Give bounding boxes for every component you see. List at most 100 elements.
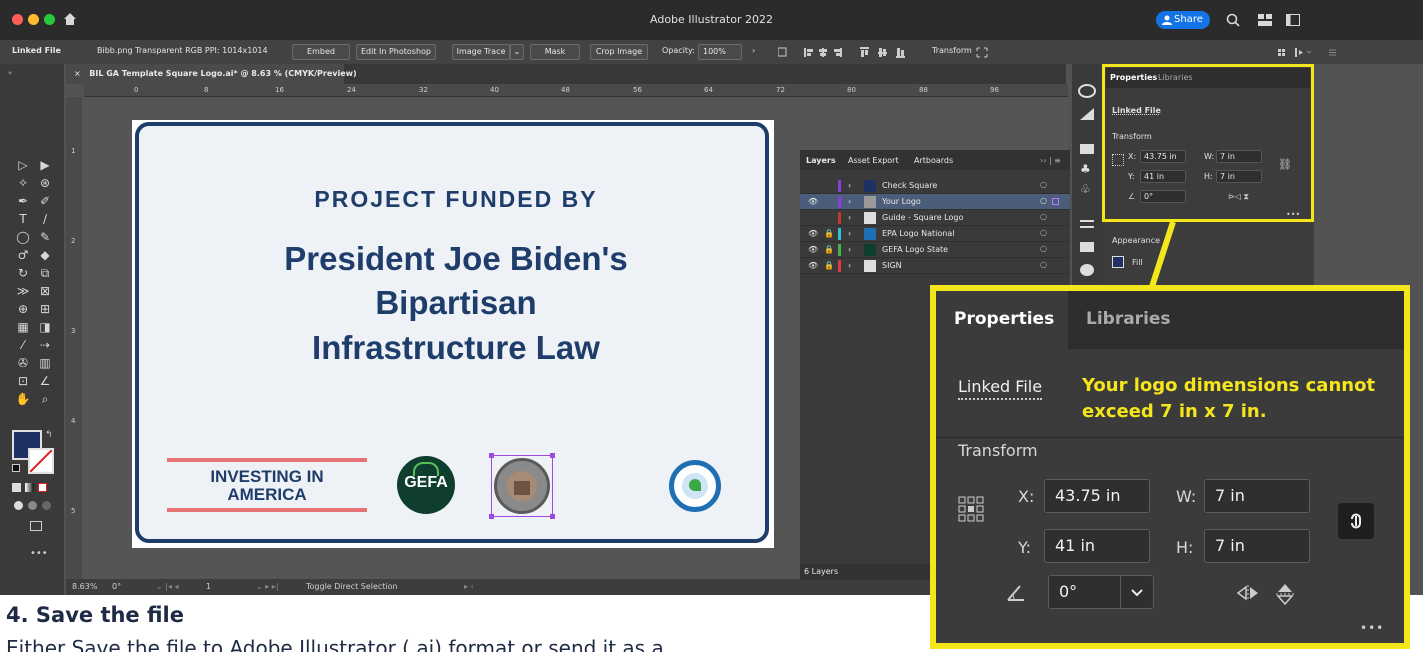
document-tab[interactable]: × BIL GA Template Square Logo.ai* @ 8.63… bbox=[66, 64, 357, 84]
linked-file-link[interactable]: Linked File bbox=[12, 46, 61, 55]
column-graph-tool-icon[interactable]: ▥ bbox=[36, 356, 54, 370]
visibility-eye-icon[interactable]: 👁 bbox=[808, 229, 818, 238]
zoom-tool-icon[interactable]: ⌕ bbox=[36, 392, 54, 406]
shape-builder-tool-icon[interactable]: ⊕ bbox=[14, 302, 32, 316]
more-options-icon[interactable]: ••• bbox=[1360, 621, 1384, 635]
constrain-proportions-icon-small[interactable]: ⛓ bbox=[1278, 158, 1292, 171]
visibility-eye-icon[interactable]: 👁 bbox=[808, 261, 818, 270]
artboard-next-icons[interactable]: ⌄ ▸ ▸| bbox=[256, 582, 279, 591]
expand-layer-icon[interactable]: › bbox=[848, 181, 851, 190]
libraries-dock-icon[interactable] bbox=[1080, 108, 1094, 120]
blend-tool-icon[interactable]: ⇢ bbox=[36, 338, 54, 352]
artboard-nav-icons[interactable]: ⌄ |◂ ◂ bbox=[156, 582, 179, 591]
lock-icon[interactable]: 🔒 bbox=[824, 261, 834, 270]
tab-properties[interactable]: Properties bbox=[954, 309, 1054, 329]
curvature-tool-icon[interactable]: ✐ bbox=[36, 194, 54, 208]
symbol-sprayer-tool-icon[interactable]: ✇ bbox=[14, 356, 32, 370]
symbols-dock-icon[interactable]: ♣ bbox=[1080, 162, 1091, 176]
align-icons[interactable] bbox=[778, 47, 918, 58]
image-trace-button[interactable]: Image Trace bbox=[452, 44, 510, 60]
eraser-tool-icon[interactable]: ◆ bbox=[36, 248, 54, 262]
lock-icon[interactable]: 🔒 bbox=[824, 245, 834, 254]
selection-tool-icon[interactable]: ▷ bbox=[14, 158, 32, 172]
layer-target-icon[interactable]: ○ bbox=[1040, 260, 1047, 269]
default-colors-icon[interactable] bbox=[12, 464, 20, 472]
layer-row[interactable]: 👁 🔒 › EPA Logo National ○ bbox=[800, 226, 1070, 242]
tab-properties-small[interactable]: Properties bbox=[1110, 73, 1157, 82]
transform-link[interactable]: Transform bbox=[932, 46, 972, 55]
collapse-tools-icon[interactable]: « bbox=[8, 69, 12, 77]
lasso-tool-icon[interactable]: ⊛ bbox=[36, 176, 54, 190]
visibility-eye-icon[interactable]: 👁 bbox=[808, 245, 818, 254]
edit-toolbar-icon[interactable]: ••• bbox=[30, 548, 48, 559]
reference-point-grid-icon[interactable] bbox=[958, 496, 984, 522]
zoom-level[interactable]: 8.63% bbox=[72, 582, 97, 591]
brushes-dock-icon[interactable] bbox=[1080, 144, 1094, 154]
lock-icon[interactable]: 🔒 bbox=[824, 229, 834, 238]
gradient-tool-icon[interactable]: ◨ bbox=[36, 320, 54, 334]
tab-layers[interactable]: Layers bbox=[806, 156, 836, 165]
image-trace-dropdown[interactable]: ⌄ bbox=[510, 44, 524, 60]
expand-layer-icon[interactable]: › bbox=[848, 197, 851, 206]
selection-handle[interactable] bbox=[550, 514, 555, 519]
draw-inside-icon[interactable] bbox=[42, 501, 51, 510]
linked-file-small[interactable]: Linked File bbox=[1112, 106, 1161, 115]
gradient-mode-icon[interactable] bbox=[25, 483, 34, 492]
edit-in-photoshop-button[interactable]: Edit In Photoshop bbox=[356, 44, 436, 60]
line-tool-icon[interactable]: ∕ bbox=[36, 212, 54, 226]
type-tool-icon[interactable]: T bbox=[14, 212, 32, 226]
opacity-input[interactable]: 100% bbox=[698, 44, 742, 60]
y-input-small[interactable]: 41 in bbox=[1140, 170, 1186, 183]
angle-dropdown[interactable] bbox=[1120, 576, 1153, 608]
artboard-number[interactable]: 1 bbox=[206, 582, 211, 591]
y-position-input[interactable]: 41 in bbox=[1044, 529, 1150, 563]
opacity-arrow-icon[interactable]: › bbox=[752, 46, 755, 55]
flip-horizontal-icon[interactable] bbox=[1236, 585, 1260, 601]
layer-target-icon[interactable]: ○ bbox=[1040, 244, 1047, 253]
stroke-swatch[interactable] bbox=[28, 448, 54, 474]
crop-image-button[interactable]: Crop Image bbox=[590, 44, 648, 60]
ellipse-tool-icon[interactable]: ◯ bbox=[14, 230, 32, 244]
magic-wand-tool-icon[interactable]: ✧ bbox=[14, 176, 32, 190]
shaper-tool-icon[interactable]: ♂ bbox=[14, 248, 32, 262]
draw-normal-icon[interactable] bbox=[14, 501, 23, 510]
layer-row[interactable]: 👁 🔒 › SIGN ○ bbox=[800, 258, 1070, 274]
eyedropper-tool-icon[interactable]: ⁄ bbox=[14, 338, 32, 352]
reference-point-icon[interactable] bbox=[1112, 154, 1124, 166]
perspective-grid-tool-icon[interactable]: ⊞ bbox=[36, 302, 54, 316]
w-input-small[interactable]: 7 in bbox=[1216, 150, 1262, 163]
paintbrush-tool-icon[interactable]: ✎ bbox=[36, 230, 54, 244]
selection-handle[interactable] bbox=[489, 514, 494, 519]
x-input-small[interactable]: 43.75 in bbox=[1140, 150, 1186, 163]
fill-swatch-small[interactable] bbox=[1112, 256, 1124, 268]
tab-libraries[interactable]: Libraries bbox=[1086, 309, 1171, 329]
draw-behind-icon[interactable] bbox=[28, 501, 37, 510]
height-input[interactable]: 7 in bbox=[1204, 529, 1310, 563]
embed-button[interactable]: Embed bbox=[292, 44, 350, 60]
layer-row[interactable]: › Guide - Square Logo ○ bbox=[800, 210, 1070, 226]
layer-row-selected[interactable]: 👁 › Your Logo ○ bbox=[800, 194, 1070, 210]
scale-tool-icon[interactable]: ⧉ bbox=[36, 266, 54, 280]
workspace-switcher-icon[interactable] bbox=[1258, 14, 1272, 26]
expand-layer-icon[interactable]: › bbox=[848, 261, 851, 270]
expand-layer-icon[interactable]: › bbox=[848, 229, 851, 238]
layer-target-icon[interactable]: ○ bbox=[1040, 228, 1047, 237]
expand-layer-icon[interactable]: › bbox=[848, 245, 851, 254]
tab-artboards[interactable]: Artboards bbox=[914, 156, 953, 165]
linked-file-link-zoom[interactable]: Linked File bbox=[958, 377, 1043, 400]
pen-tool-icon[interactable]: ✒ bbox=[14, 194, 32, 208]
layers-menu-icon[interactable]: ›› | ≡ bbox=[1040, 156, 1061, 165]
swap-fill-stroke-icon[interactable]: ↰ bbox=[45, 430, 53, 440]
selection-handle[interactable] bbox=[550, 453, 555, 458]
flip-icons-small[interactable]: ⊳◁ ⧗ bbox=[1228, 192, 1249, 202]
layer-row[interactable]: › Check Square ○ bbox=[800, 178, 1070, 194]
rotation-value[interactable]: 0° bbox=[112, 582, 121, 591]
layer-target-icon[interactable]: ○ bbox=[1040, 212, 1047, 221]
control-bar-options-icons[interactable] bbox=[1278, 47, 1338, 58]
color-mode-icon[interactable] bbox=[12, 483, 21, 492]
gradient-dock-icon[interactable] bbox=[1080, 242, 1094, 252]
mask-button[interactable]: Mask bbox=[530, 44, 580, 60]
transparency-dock-icon[interactable] bbox=[1080, 264, 1094, 276]
layer-target-icon[interactable]: ○ bbox=[1040, 180, 1047, 189]
search-icon[interactable] bbox=[1226, 13, 1240, 27]
